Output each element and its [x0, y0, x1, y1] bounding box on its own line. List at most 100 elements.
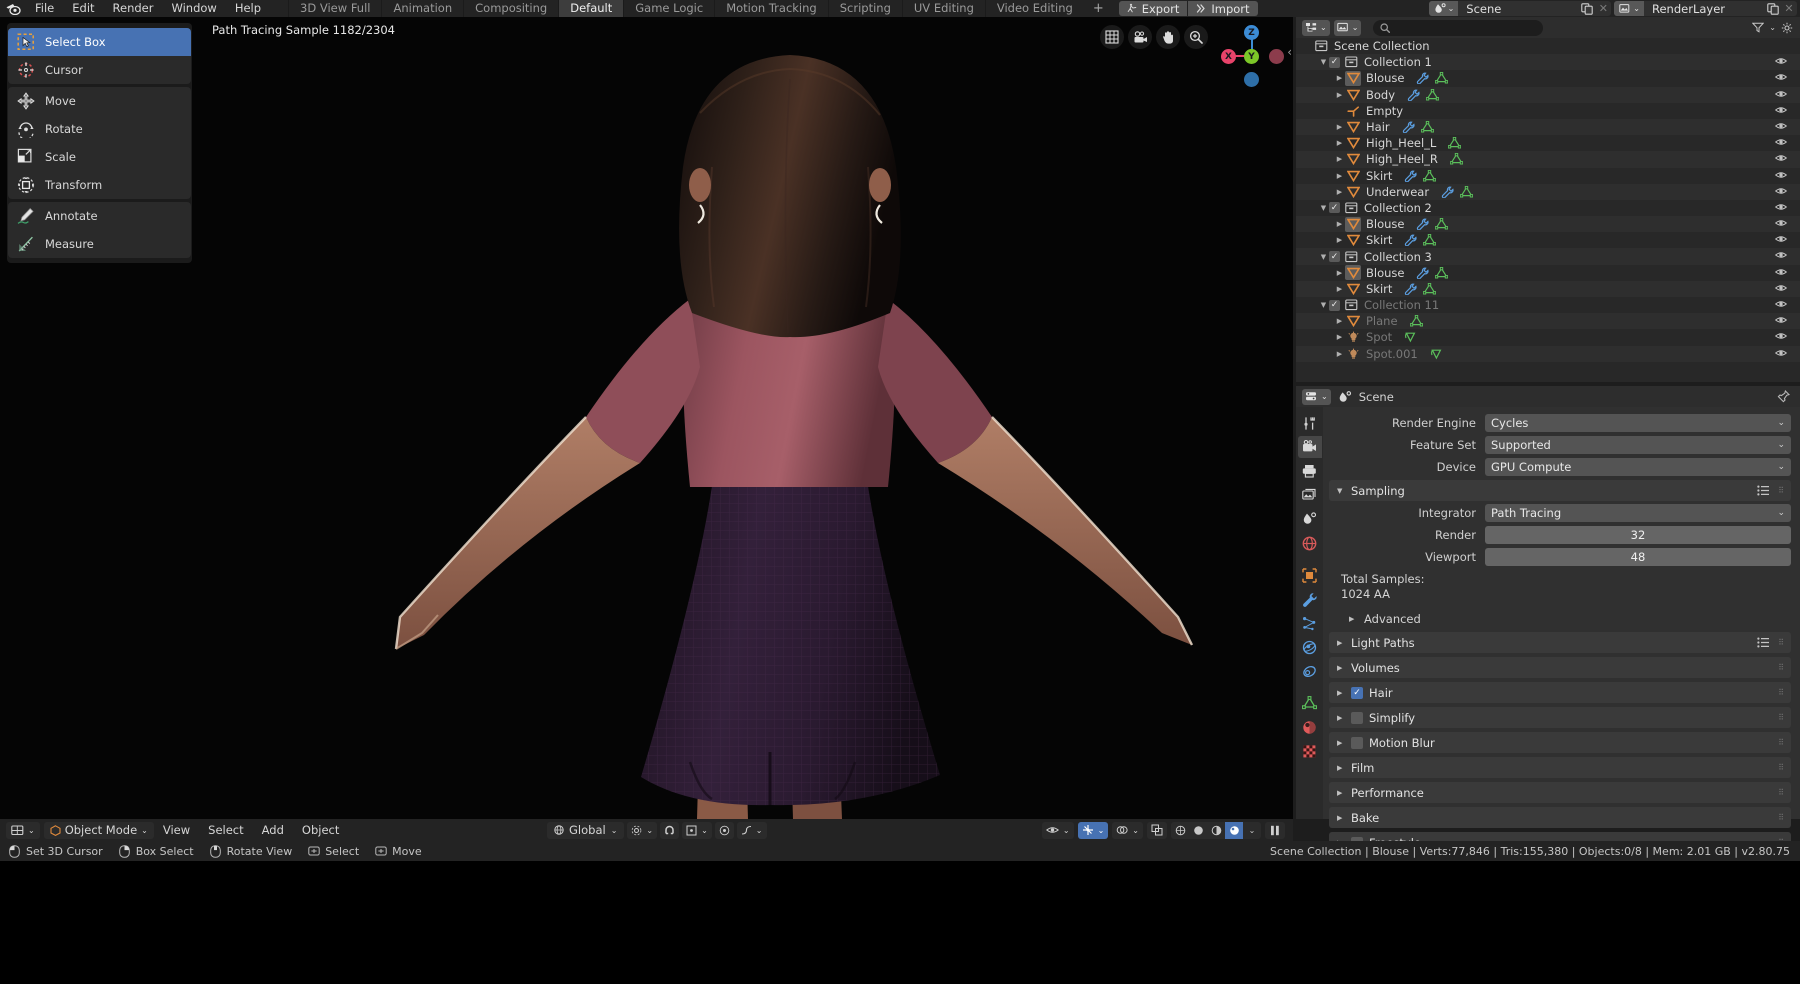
outliner-row[interactable]: ▶ Spot: [1296, 329, 1800, 345]
panel-header-motion-blur[interactable]: ▶ Motion Blur ⠿: [1329, 732, 1791, 753]
number-field-viewport[interactable]: 48: [1485, 547, 1791, 566]
pin-icon[interactable]: [1777, 390, 1800, 403]
tool-move[interactable]: Move: [8, 87, 191, 115]
gizmo-axis-neg-x[interactable]: [1269, 49, 1284, 64]
camera-icon[interactable]: [1128, 25, 1152, 49]
workspace-tab-uv-editing[interactable]: UV Editing: [901, 0, 985, 17]
tool-select-box[interactable]: Select Box: [8, 28, 191, 56]
visibility-eye-icon[interactable]: [1775, 89, 1787, 99]
viewport-menu-add[interactable]: Add: [253, 822, 293, 839]
visibility-eye-icon[interactable]: [1775, 186, 1787, 196]
collection-checkbox[interactable]: ✓: [1329, 202, 1340, 214]
drag-grip-icon[interactable]: ⠿: [1778, 486, 1785, 495]
properties-constraints-tab[interactable]: [1298, 660, 1322, 682]
viewport-menu-object[interactable]: Object: [293, 822, 348, 839]
outliner-row[interactable]: ▶ Skirt: [1296, 280, 1800, 297]
drag-grip-icon[interactable]: ⠿: [1778, 763, 1785, 772]
workspace-tab-scripting[interactable]: Scripting: [827, 0, 902, 17]
panel-header-light-paths[interactable]: ▶ Light Paths ⠿: [1329, 632, 1791, 653]
gizmo-axis-y[interactable]: Y: [1244, 49, 1259, 64]
shading-mode-group[interactable]: ⌄: [1171, 821, 1261, 839]
mesh-data-icon[interactable]: [1435, 72, 1449, 84]
properties-modifier-tab[interactable]: [1298, 588, 1322, 610]
gizmo-axis-z[interactable]: Z: [1244, 25, 1259, 40]
chevron-right-icon[interactable]: ▶: [1334, 123, 1345, 131]
panel-header-bake[interactable]: ▶ Bake ⠿: [1329, 807, 1791, 828]
outliner-row[interactable]: ▶ Skirt: [1296, 168, 1800, 184]
visibility-eye-icon[interactable]: [1775, 218, 1787, 228]
visibility-eye-icon[interactable]: [1775, 202, 1787, 212]
visibility-eye-icon[interactable]: [1775, 153, 1787, 163]
mesh-data-icon[interactable]: [1435, 266, 1449, 279]
properties-object-tab[interactable]: [1298, 564, 1322, 586]
workspace-tab-compositing[interactable]: Compositing: [463, 0, 558, 17]
drag-grip-icon[interactable]: ⠿: [1778, 663, 1785, 672]
mesh-data-icon[interactable]: [1426, 88, 1440, 101]
modifier-icon[interactable]: [1416, 72, 1430, 85]
pause-render-toggle[interactable]: [1265, 821, 1285, 839]
select-field-render-engine[interactable]: Cycles ⌄: [1485, 413, 1791, 432]
chevron-right-icon[interactable]: ▶: [1334, 350, 1345, 358]
object-mode-selector[interactable]: Object Mode ⌄: [43, 821, 154, 839]
modifier-icon[interactable]: [1404, 234, 1417, 247]
properties-world-tab[interactable]: [1298, 532, 1322, 554]
modifier-icon[interactable]: [1402, 121, 1415, 134]
select-field-feature-set[interactable]: Supported ⌄: [1485, 435, 1791, 454]
outliner-row[interactable]: ▶ Blouse: [1296, 70, 1800, 86]
chevron-right-icon[interactable]: ▶: [1334, 236, 1345, 244]
menu-render[interactable]: Render: [104, 0, 163, 17]
properties-output-tab[interactable]: [1298, 460, 1322, 482]
gizmo-toggle[interactable]: ⌄: [1077, 821, 1109, 839]
mesh-data-icon[interactable]: [1423, 234, 1437, 246]
tool-cursor[interactable]: Cursor: [8, 56, 191, 84]
gizmo-axis-neg-z[interactable]: [1244, 72, 1259, 87]
outliner-row[interactable]: ▶ Hair: [1296, 118, 1800, 136]
visibility-eye-icon[interactable]: [1775, 315, 1787, 325]
panel-header-film[interactable]: ▶ Film ⠿: [1329, 757, 1791, 778]
blender-logo-icon[interactable]: [0, 0, 26, 17]
orientation-gizmo[interactable]: Z Y X: [1220, 25, 1284, 89]
chevron-down-icon[interactable]: ▼: [1318, 58, 1329, 66]
panel-header-simplify[interactable]: ▶ Simplify ⠿: [1329, 707, 1791, 728]
properties-physics-tab[interactable]: [1298, 636, 1322, 658]
menu-window[interactable]: Window: [162, 0, 225, 17]
snap-toggle[interactable]: [660, 821, 680, 839]
proportional-edit-toggle[interactable]: [714, 821, 734, 839]
drag-grip-icon[interactable]: ⠿: [1778, 813, 1785, 822]
properties-tool-tab[interactable]: [1298, 412, 1322, 434]
workspace-tab-motion-tracking[interactable]: Motion Tracking: [714, 0, 828, 17]
modifier-icon[interactable]: [1404, 170, 1417, 182]
renderlayer-icon[interactable]: ⌄: [1614, 1, 1644, 16]
viewlayer-selector[interactable]: ⌄ RenderLayer ✕: [1614, 1, 1797, 16]
tool-rotate[interactable]: Rotate: [8, 115, 191, 143]
mesh-data-icon[interactable]: [1460, 185, 1474, 198]
properties-viewlayer-tab[interactable]: [1298, 484, 1322, 506]
chevron-right-icon[interactable]: ▶: [1334, 155, 1345, 163]
modifier-icon[interactable]: [1407, 89, 1420, 101]
properties-texture-tab[interactable]: [1298, 740, 1322, 762]
outliner-row[interactable]: ▼ ✓ Collection 3: [1296, 248, 1800, 265]
add-workspace-button[interactable]: +: [1084, 0, 1113, 17]
properties-data-tab[interactable]: [1298, 692, 1322, 714]
panel-header-performance[interactable]: ▶ Performance ⠿: [1329, 782, 1791, 803]
visibility-eye-icon[interactable]: [1775, 170, 1787, 180]
scene-icon[interactable]: ⌄: [1428, 1, 1459, 16]
select-field-integrator[interactable]: Path Tracing ⌄: [1485, 503, 1791, 522]
chevron-right-icon[interactable]: ▶: [1334, 317, 1345, 325]
collection-checkbox[interactable]: ✓: [1329, 251, 1340, 263]
outliner-row[interactable]: ▶ Skirt: [1296, 232, 1800, 248]
workspace-tab-default[interactable]: Default: [558, 0, 624, 17]
panel-header-volumes[interactable]: ▶ Volumes ⠿: [1329, 657, 1791, 678]
export-button[interactable]: Export: [1118, 1, 1188, 16]
workspace-tab-animation[interactable]: Animation: [381, 0, 463, 17]
tool-annotate[interactable]: Annotate: [8, 202, 191, 230]
properties-editor-icon[interactable]: ⌄: [1302, 388, 1331, 405]
snap-target-selector[interactable]: ⌄: [682, 821, 712, 839]
outliner-row[interactable]: ▼ ✓ Collection 1: [1296, 54, 1800, 71]
shading-dropdown[interactable]: ⌄: [1243, 822, 1261, 839]
chevron-right-icon[interactable]: ▶: [1334, 220, 1345, 228]
grid-icon[interactable]: [1100, 25, 1124, 49]
unlink-layer-icon[interactable]: ✕: [1781, 2, 1797, 15]
menu-help[interactable]: Help: [226, 0, 270, 17]
outliner-row[interactable]: ▶ Spot.001: [1296, 345, 1800, 362]
